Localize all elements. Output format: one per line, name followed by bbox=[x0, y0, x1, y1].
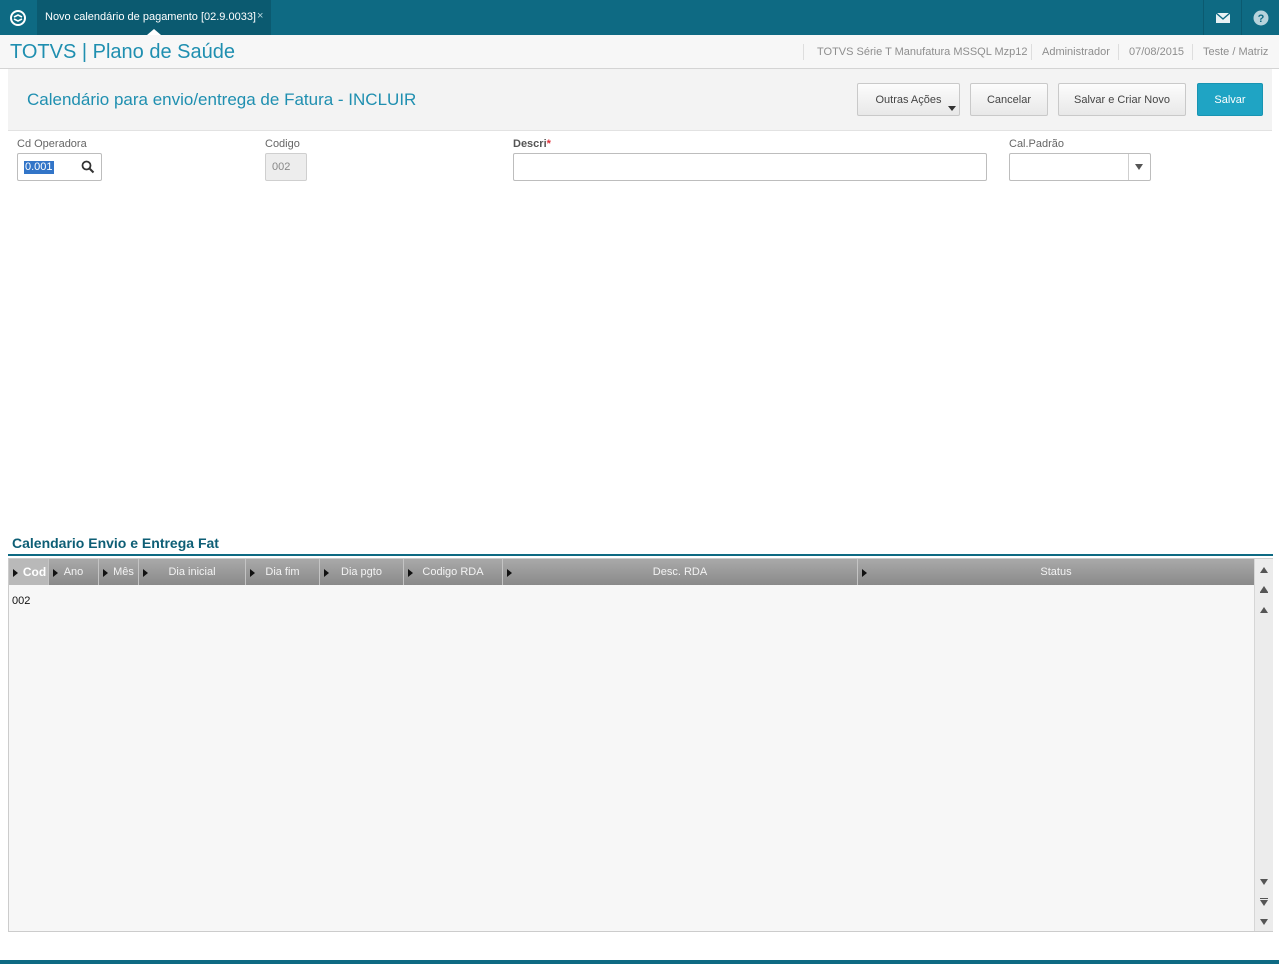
page-down-icon[interactable] bbox=[1256, 893, 1272, 911]
system-name: TOTVS Série T Manufatura MSSQL Mzp12 bbox=[817, 46, 1028, 58]
chevron-down-icon bbox=[948, 106, 956, 111]
bottom-border bbox=[0, 960, 1279, 964]
codigo-label: Codigo bbox=[265, 138, 300, 150]
column-header-desc-rda[interactable]: Desc. RDA bbox=[503, 559, 858, 585]
column-header-dia-pgto[interactable]: Dia pgto bbox=[320, 559, 404, 585]
top-bar: Novo calendário de pagamento [02.9.0033]… bbox=[0, 0, 1279, 35]
cancel-button[interactable]: Cancelar bbox=[970, 83, 1048, 116]
sort-arrow-icon bbox=[862, 569, 867, 577]
sort-arrow-icon bbox=[53, 569, 58, 577]
cal-padrao-select[interactable] bbox=[1009, 153, 1151, 181]
table-row[interactable]: 002 bbox=[12, 595, 30, 607]
cal-padrao-label: Cal.Padrão bbox=[1009, 138, 1065, 150]
codigo-field: 002 bbox=[265, 153, 307, 181]
divider bbox=[803, 44, 804, 60]
sort-arrow-icon bbox=[408, 569, 413, 577]
cell-cod: 002 bbox=[12, 595, 31, 607]
grid-title: Calendario Envio e Entrega Fat bbox=[12, 535, 219, 551]
save-and-new-button[interactable]: Salvar e Criar Novo bbox=[1058, 83, 1186, 116]
scroll-bottom-icon[interactable] bbox=[1256, 913, 1272, 931]
sort-arrow-icon bbox=[250, 569, 255, 577]
column-header-dia-inicial[interactable]: Dia inicial bbox=[139, 559, 246, 585]
vertical-scrollbar[interactable] bbox=[1254, 559, 1273, 931]
divider bbox=[1031, 44, 1032, 60]
sort-arrow-icon bbox=[507, 569, 512, 577]
save-button[interactable]: Salvar bbox=[1197, 83, 1263, 116]
calendar-grid[interactable]: Cod Ano Mês Dia inicial Dia fim Dia pgto… bbox=[8, 558, 1273, 932]
svg-text:?: ? bbox=[1258, 13, 1265, 25]
column-label: Dia inicial bbox=[168, 566, 216, 578]
user-name: Administrador bbox=[1042, 46, 1110, 58]
column-label: Ano bbox=[63, 566, 84, 578]
descri-input[interactable] bbox=[513, 153, 987, 181]
scroll-up-icon[interactable] bbox=[1256, 601, 1272, 619]
scroll-down-icon[interactable] bbox=[1256, 873, 1272, 891]
mail-icon[interactable] bbox=[1203, 0, 1242, 35]
cd-operadora-field[interactable]: 0.001 bbox=[17, 153, 102, 181]
page-up-icon[interactable] bbox=[1256, 581, 1272, 599]
tab-novo-calendario[interactable]: Novo calendário de pagamento [02.9.0033]… bbox=[37, 0, 271, 35]
sort-arrow-icon bbox=[103, 569, 108, 577]
select-divider bbox=[1128, 154, 1129, 180]
descri-label: Descri* bbox=[513, 138, 551, 150]
sort-arrow-icon bbox=[324, 569, 329, 577]
column-header-ano[interactable]: Ano bbox=[49, 559, 99, 585]
column-label: Status bbox=[1040, 566, 1072, 578]
more-actions-label: Outras Ações bbox=[875, 93, 942, 106]
scroll-top-icon[interactable] bbox=[1256, 561, 1272, 579]
search-icon[interactable] bbox=[81, 160, 95, 174]
more-actions-button[interactable]: Outras Ações bbox=[857, 83, 960, 116]
required-mark: * bbox=[546, 138, 551, 150]
totvs-logo-icon[interactable] bbox=[0, 0, 36, 35]
column-label: Dia fim bbox=[265, 566, 300, 578]
app-title: TOTVS | Plano de Saúde bbox=[10, 41, 235, 63]
column-header-mes[interactable]: Mês bbox=[99, 559, 139, 585]
column-header-status[interactable]: Status bbox=[858, 559, 1254, 585]
help-icon[interactable]: ? bbox=[1241, 0, 1279, 35]
page-title: Calendário para envio/entrega de Fatura … bbox=[27, 90, 417, 109]
app-header: TOTVS | Plano de Saúde TOTVS Série T Man… bbox=[0, 35, 1279, 69]
tab-label: Novo calendário de pagamento [02.9.0033] bbox=[45, 11, 256, 23]
column-header-codigo-rda[interactable]: Codigo RDA bbox=[404, 559, 503, 585]
column-label: Desc. RDA bbox=[652, 566, 708, 578]
system-date: 07/08/2015 bbox=[1129, 46, 1185, 58]
column-header-cod[interactable]: Cod bbox=[9, 559, 49, 585]
cd-operadora-value: 0.001 bbox=[24, 161, 54, 174]
divider bbox=[1118, 44, 1119, 60]
column-label: Dia pgto bbox=[341, 566, 382, 578]
sort-arrow-icon bbox=[143, 569, 148, 577]
codigo-value: 002 bbox=[272, 161, 291, 173]
column-header-dia-fim[interactable]: Dia fim bbox=[246, 559, 320, 585]
grid-title-underline bbox=[8, 554, 1273, 556]
form-title-bar: Calendário para envio/entrega de Fatura … bbox=[8, 69, 1272, 131]
sort-arrow-icon bbox=[13, 569, 18, 577]
descri-label-text: Descri bbox=[513, 138, 547, 150]
column-label: Codigo RDA bbox=[422, 566, 484, 578]
grid-header: Cod Ano Mês Dia inicial Dia fim Dia pgto… bbox=[9, 559, 1254, 585]
branch-name: Teste / Matriz bbox=[1203, 46, 1269, 58]
tab-close-icon[interactable]: × bbox=[257, 10, 263, 22]
chevron-down-icon[interactable] bbox=[1135, 164, 1143, 170]
divider bbox=[1192, 44, 1193, 60]
cd-operadora-label: Cd Operadora bbox=[17, 138, 87, 150]
